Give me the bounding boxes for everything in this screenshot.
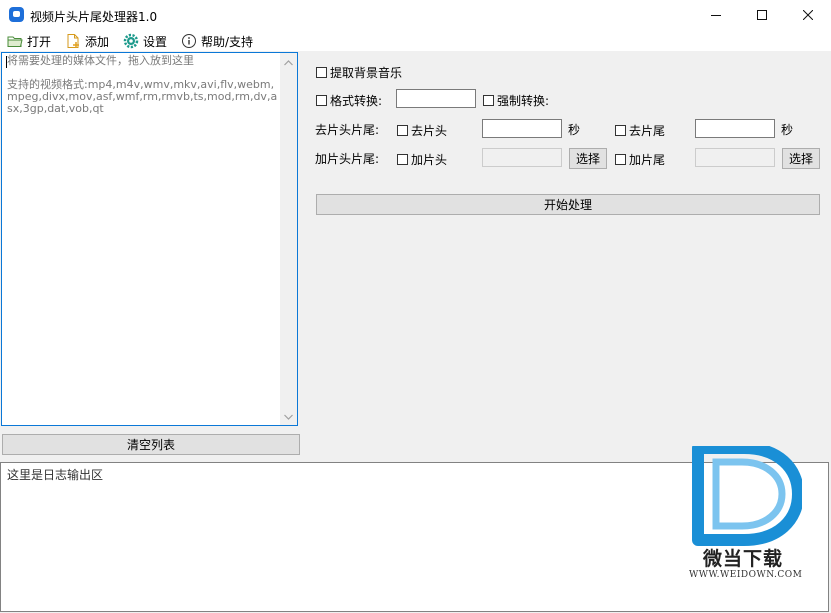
close-icon [803, 10, 813, 20]
add-head-path-input [482, 148, 562, 167]
remove-head-seconds-input[interactable] [482, 119, 562, 138]
close-button[interactable] [785, 0, 831, 30]
maximize-button[interactable] [739, 0, 785, 30]
menu-open[interactable]: 打开 [7, 32, 51, 50]
add-head-label: 加片头 [411, 152, 448, 167]
log-placeholder: 这里是日志输出区 [7, 468, 104, 482]
format-convert-label: 格式转换: [330, 93, 383, 108]
scroll-up-arrow-icon[interactable] [284, 58, 293, 67]
minimize-button[interactable] [693, 0, 739, 30]
remove-head-unit: 秒 [568, 123, 581, 137]
extract-bg-music-checkbox[interactable]: 提取背景音乐 [316, 64, 402, 80]
add-tail-label: 加片尾 [629, 152, 666, 167]
app-icon [9, 7, 24, 22]
clear-list-button[interactable]: 清空列表 [2, 434, 300, 455]
remove-head-checkbox[interactable]: 去片头 [397, 122, 447, 138]
choose-tail-button[interactable]: 选择 [782, 148, 820, 169]
remove-tail-unit: 秒 [781, 123, 794, 137]
menu-bar: 打开 添加 设置 帮助/支持 [0, 30, 831, 51]
drop-hint-line1: 将需要处理的媒体文件，拖入放到这里 [7, 54, 194, 67]
checkbox-box [316, 94, 327, 106]
start-process-button[interactable]: 开始处理 [316, 194, 820, 215]
minimize-icon [711, 15, 721, 16]
gear-icon [123, 33, 139, 49]
extract-bg-music-label: 提取背景音乐 [330, 65, 403, 80]
remove-head-tail-label: 去片头片尾: [315, 123, 380, 137]
remove-head-label: 去片头 [411, 123, 448, 138]
scroll-down-arrow-icon[interactable] [284, 412, 293, 421]
watermark-brand: 微当下载 [703, 548, 784, 570]
folder-icon [7, 33, 23, 49]
menu-open-label: 打开 [27, 34, 52, 49]
menu-help-label: 帮助/支持 [201, 34, 254, 49]
title-bar: 视频片头片尾处理器1.0 [0, 0, 831, 30]
add-tail-checkbox[interactable]: 加片尾 [615, 151, 665, 167]
window-title: 视频片头片尾处理器1.0 [30, 10, 158, 24]
file-drop-list[interactable]: 将需要处理的媒体文件，拖入放到这里 支持的视频格式:mp4,m4v,wmv,mk… [1, 52, 298, 426]
checkbox-box [483, 94, 494, 106]
watermark-url: WWW.WEIDOWN.COM [689, 570, 803, 580]
choose-head-button[interactable]: 选择 [569, 148, 607, 169]
add-head-checkbox[interactable]: 加片头 [397, 151, 447, 167]
force-convert-checkbox[interactable]: 强制转换: [483, 92, 549, 108]
remove-tail-label: 去片尾 [629, 123, 666, 138]
format-convert-checkbox[interactable]: 格式转换: [316, 92, 382, 108]
force-convert-label: 强制转换: [497, 93, 550, 108]
checkbox-box [615, 124, 626, 136]
menu-settings[interactable]: 设置 [123, 32, 167, 50]
menu-settings-label: 设置 [143, 34, 168, 49]
vertical-scrollbar[interactable] [280, 53, 297, 425]
menu-add-label: 添加 [85, 34, 110, 49]
add-head-tail-label: 加片头片尾: [315, 152, 380, 166]
checkbox-box [316, 66, 327, 78]
checkbox-box [397, 153, 408, 165]
maximize-icon [757, 10, 767, 20]
format-input[interactable] [396, 89, 476, 108]
remove-tail-checkbox[interactable]: 去片尾 [615, 122, 665, 138]
supported-formats-text: 支持的视频格式:mp4,m4v,wmv,mkv,avi,flv,webm,mpe… [7, 78, 278, 115]
add-file-icon [65, 33, 81, 49]
drop-hint: 将需要处理的媒体文件，拖入放到这里 支持的视频格式:mp4,m4v,wmv,mk… [7, 55, 279, 115]
menu-add[interactable]: 添加 [65, 32, 109, 50]
add-tail-path-input [695, 148, 775, 167]
checkbox-box [615, 153, 626, 165]
info-icon [181, 33, 197, 49]
remove-tail-seconds-input[interactable] [695, 119, 775, 138]
checkbox-box [397, 124, 408, 136]
menu-help[interactable]: 帮助/支持 [181, 32, 253, 50]
